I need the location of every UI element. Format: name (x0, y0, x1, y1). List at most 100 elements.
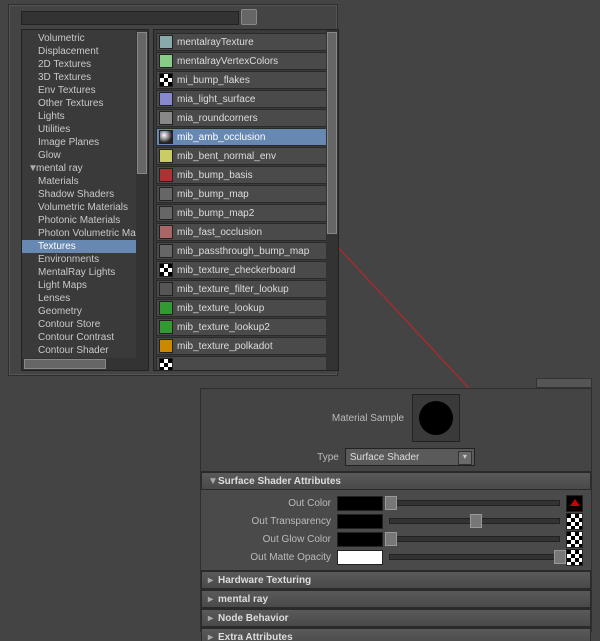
category-scrollbar[interactable] (136, 30, 148, 370)
section-header-mentalray[interactable]: ▸mental ray (201, 590, 591, 608)
map-button[interactable] (566, 495, 583, 512)
texture-panel: mentalrayTexture mentalrayVertexColors mi_… (153, 29, 339, 371)
category-item[interactable]: Textures (22, 240, 148, 253)
category-label: Glow (38, 150, 61, 161)
slider-handle[interactable] (554, 550, 566, 564)
category-label: Lights (38, 111, 65, 122)
texture-item[interactable]: mia_roundcorners (156, 109, 336, 127)
texture-icon (159, 244, 173, 258)
section-header-hardware[interactable]: ▸Hardware Texturing (201, 571, 591, 589)
category-label: Photonic Materials (38, 215, 120, 226)
texture-icon (159, 187, 173, 201)
texture-item[interactable]: mentalrayTexture (156, 33, 336, 51)
texture-item[interactable]: mib_fast_occlusion (156, 223, 336, 241)
category-label: Environments (38, 254, 99, 265)
texture-label: mib_bent_normal_env (177, 151, 276, 162)
attr-row: Out Glow Color (201, 530, 591, 548)
category-scrollbar-h[interactable] (22, 358, 148, 370)
category-item[interactable]: Env Textures (22, 84, 148, 97)
create-render-node-panel: VolumetricDisplacement2D Textures3D Text… (8, 4, 338, 376)
category-label: Geometry (38, 306, 82, 317)
texture-item[interactable]: mi_bump_flakes (156, 71, 336, 89)
category-item[interactable]: Photon Volumetric Ma.. (22, 227, 148, 240)
category-item[interactable]: Lenses (22, 292, 148, 305)
category-item[interactable]: Contour Shader (22, 344, 148, 357)
texture-icon (159, 225, 173, 239)
texture-icon (159, 168, 173, 182)
texture-item[interactable]: mib_passthrough_bump_map (156, 242, 336, 260)
texture-item[interactable] (156, 356, 336, 371)
category-item[interactable]: Glow (22, 149, 148, 162)
category-item[interactable]: Utilities (22, 123, 148, 136)
category-item[interactable]: Volumetric Materials (22, 201, 148, 214)
category-label: Shadow Shaders (38, 189, 114, 200)
category-item[interactable]: Sample Compositing (22, 370, 148, 371)
texture-item[interactable]: mib_amb_occlusion (156, 128, 336, 146)
category-label: MentalRay Lights (38, 267, 115, 278)
icon-size-slider-track[interactable] (21, 11, 239, 25)
category-item[interactable]: ▼mental ray (22, 162, 148, 175)
ae-focus-tab[interactable] (536, 378, 592, 388)
color-swatch[interactable] (337, 496, 383, 511)
category-label: mental ray (36, 163, 83, 174)
texture-item[interactable]: mib_bump_map (156, 185, 336, 203)
texture-item[interactable]: mib_bump_basis (156, 166, 336, 184)
section-header-node[interactable]: ▸Node Behavior (201, 609, 591, 627)
map-button[interactable] (566, 549, 583, 566)
texture-item[interactable]: mia_light_surface (156, 90, 336, 108)
color-swatch[interactable] (337, 532, 383, 547)
type-select[interactable]: Surface Shader ▾ (345, 448, 475, 466)
texture-item[interactable]: mib_texture_polkadot (156, 337, 336, 355)
category-item[interactable]: Volumetric (22, 32, 148, 45)
texture-item[interactable]: mib_bent_normal_env (156, 147, 336, 165)
value-slider[interactable] (389, 518, 560, 524)
category-item[interactable]: 3D Textures (22, 71, 148, 84)
value-slider[interactable] (389, 554, 560, 560)
category-label: Photon Volumetric Ma.. (38, 228, 141, 239)
texture-item[interactable]: mentalrayVertexColors (156, 52, 336, 70)
map-button[interactable] (566, 531, 583, 548)
section-header-surface[interactable]: ▼ Surface Shader Attributes (201, 472, 591, 490)
value-slider[interactable] (389, 500, 560, 506)
category-item[interactable]: Contour Contrast (22, 331, 148, 344)
category-item[interactable]: Lights (22, 110, 148, 123)
category-item[interactable]: MentalRay Lights (22, 266, 148, 279)
color-swatch[interactable] (337, 550, 383, 565)
texture-item[interactable]: mib_bump_map2 (156, 204, 336, 222)
category-label: Light Maps (38, 280, 87, 291)
texture-label: mib_amb_occlusion (177, 132, 265, 143)
texture-icon (159, 263, 173, 277)
chevron-down-icon: ▾ (458, 451, 472, 465)
category-item[interactable]: Environments (22, 253, 148, 266)
category-item[interactable]: Shadow Shaders (22, 188, 148, 201)
category-item[interactable]: Geometry (22, 305, 148, 318)
slider-handle[interactable] (385, 496, 397, 510)
texture-item[interactable]: mib_texture_lookup2 (156, 318, 336, 336)
material-sample-swatch[interactable] (412, 394, 460, 442)
texture-label: mib_fast_occlusion (177, 227, 262, 238)
slider-handle[interactable] (385, 532, 397, 546)
category-item[interactable]: Contour Store (22, 318, 148, 331)
category-item[interactable]: Image Planes (22, 136, 148, 149)
texture-item[interactable]: mib_texture_checkerboard (156, 261, 336, 279)
section-header-extra[interactable]: ▸Extra Attributes (201, 628, 591, 641)
icon-size-slider-handle[interactable] (241, 9, 257, 25)
category-item[interactable]: 2D Textures (22, 58, 148, 71)
attr-label: Out Glow Color (201, 534, 337, 545)
texture-item[interactable]: mib_texture_lookup (156, 299, 336, 317)
slider-handle[interactable] (470, 514, 482, 528)
category-item[interactable]: Displacement (22, 45, 148, 58)
category-item[interactable]: Materials (22, 175, 148, 188)
texture-label: mentalrayVertexColors (177, 56, 278, 67)
texture-item[interactable]: mib_texture_filter_lookup (156, 280, 336, 298)
section-title: Node Behavior (218, 613, 289, 624)
texture-label: mib_texture_checkerboard (177, 265, 295, 276)
map-button[interactable] (566, 513, 583, 530)
texture-icon (159, 339, 173, 353)
category-item[interactable]: Light Maps (22, 279, 148, 292)
color-swatch[interactable] (337, 514, 383, 529)
category-item[interactable]: Other Textures (22, 97, 148, 110)
texture-scrollbar[interactable] (326, 30, 338, 370)
category-item[interactable]: Photonic Materials (22, 214, 148, 227)
value-slider[interactable] (389, 536, 560, 542)
